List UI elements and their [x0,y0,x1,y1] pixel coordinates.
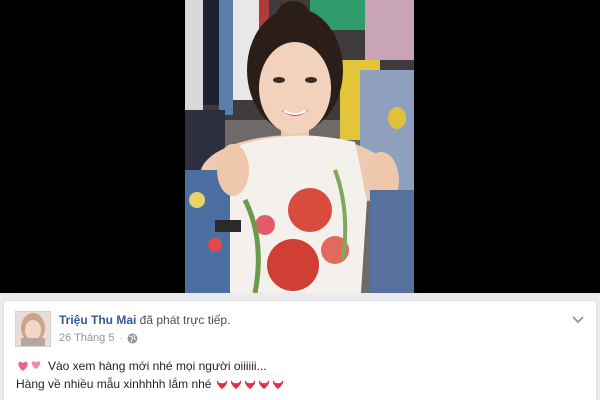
message-line-1: Vào xem hàng mới nhé mọi người oiiiiii..… [16,357,285,375]
message-line-2: Hàng về nhiều mẫu xinhhhh lắm nhé [16,375,285,393]
live-video-player[interactable] [0,0,600,293]
bikini-emoji [231,380,242,389]
bikini-emoji-group [215,377,285,391]
bikini-emoji [245,380,256,389]
post-card: Triệu Thu Mai đã phát trực tiếp. 26 Thán… [3,300,597,400]
video-frame[interactable] [185,0,414,293]
message-text-line-1: Vào xem hàng mới nhé mọi người oiiiiii..… [48,359,267,373]
two-hearts-emoji [16,359,44,373]
post-meta: 26 Tháng 5 · [59,332,138,344]
globe-icon [127,333,138,344]
avatar[interactable] [15,311,51,347]
avatar-image [16,312,50,346]
post-action-text: đã phát trực tiếp. [136,313,231,327]
author-name-link[interactable]: Triệu Thu Mai [59,313,136,327]
meta-separator: · [119,333,123,343]
post-header: Triệu Thu Mai đã phát trực tiếp. [59,313,230,327]
bikini-emoji [273,380,284,389]
post-timestamp[interactable]: 26 Tháng 5 [59,332,114,344]
video-still-image [185,0,414,293]
bikini-emoji [259,380,270,389]
bikini-emoji [217,380,228,389]
message-text-line-2: Hàng về nhiều mẫu xinhhhh lắm nhé [16,377,212,391]
chevron-down-icon[interactable] [572,312,584,324]
post-message: Vào xem hàng mới nhé mọi người oiiiiii..… [16,357,285,393]
